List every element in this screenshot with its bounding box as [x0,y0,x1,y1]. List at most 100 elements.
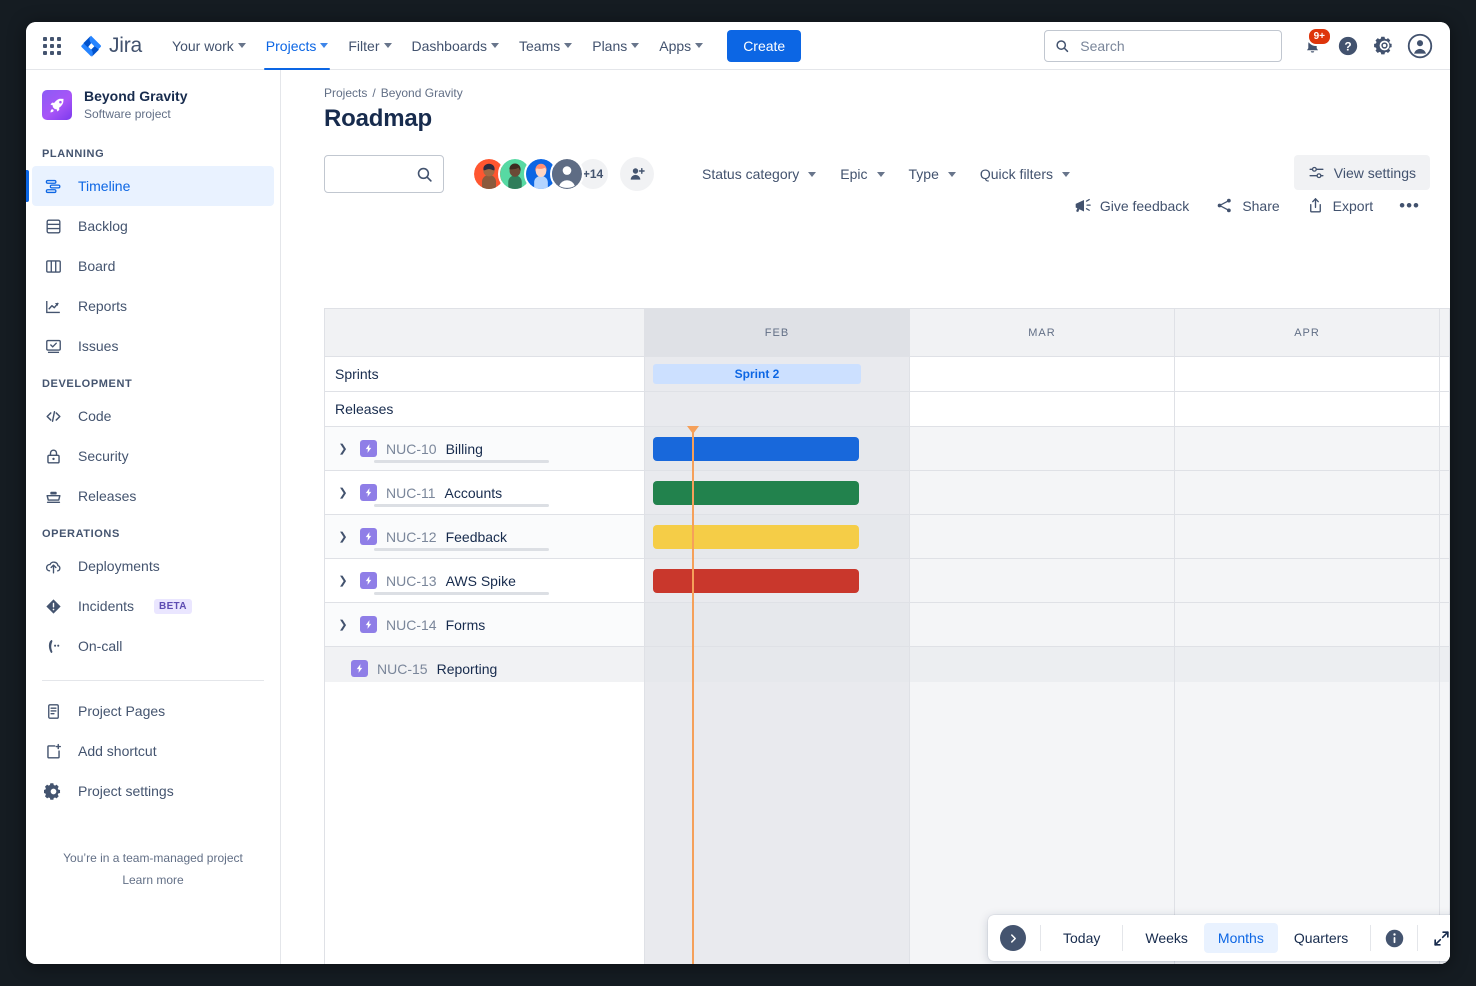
zoom-quarters-button[interactable]: Quarters [1280,923,1362,953]
grid-cell [645,603,910,646]
share-icon [1215,196,1234,215]
sidebar-item-project-settings[interactable]: Project settings [32,771,274,811]
timeline-search[interactable] [324,155,444,193]
nav-item-plans[interactable]: Plans [582,22,649,70]
epic-cell[interactable]: ❯ NUC-14 Forms [325,603,645,646]
sidebar-item-board[interactable]: Board [32,246,274,286]
browser-window: Jira Your work Projects Filter Dashboard… [26,22,1450,964]
nav-item-dashboards[interactable]: Dashboards [402,22,510,70]
view-settings-icon [1308,164,1325,181]
app-switcher-icon[interactable] [38,32,66,60]
sidebar-project-header[interactable]: Beyond Gravity Software project [26,70,280,136]
top-navigation-bar: Jira Your work Projects Filter Dashboard… [26,22,1450,70]
releases-row-label: Releases [325,392,645,426]
table-row[interactable]: ❯ NUC-14 Forms [325,603,1450,647]
jira-logo[interactable]: Jira [79,34,142,58]
chevron-right-icon[interactable]: ❯ [335,618,351,631]
chevron-right-icon[interactable]: ❯ [335,486,351,499]
nav-item-teams[interactable]: Teams [509,22,582,70]
epic-cell[interactable]: ❯ NUC-10 Billing [325,427,645,470]
issues-icon [42,335,64,357]
incidents-icon [42,595,64,617]
chevron-down-icon [631,43,639,48]
sidebar-item-backlog[interactable]: Backlog [32,206,274,246]
sidebar-item-code[interactable]: Code [32,396,274,436]
sidebar-item-label: Deployments [78,558,160,574]
epic-timeline-bar[interactable] [653,481,859,505]
breadcrumb-beyond-gravity[interactable]: Beyond Gravity [381,86,463,100]
breadcrumb-projects[interactable]: Projects [324,86,367,100]
epic-progress-bar [374,504,549,507]
table-row[interactable]: ❯ NUC-13 AWS Spike [325,559,1450,603]
epic-timeline-bar[interactable] [653,437,859,461]
epic-timeline-bar[interactable] [653,569,859,593]
nav-label: Dashboards [412,38,488,54]
nav-label: Teams [519,38,560,54]
sidebar-item-security[interactable]: Security [32,436,274,476]
fullscreen-button[interactable] [1426,923,1450,953]
zoom-today-button[interactable]: Today [1049,923,1114,953]
search-input[interactable] [1078,37,1271,55]
share-button[interactable]: Share [1205,190,1289,221]
filter-type[interactable]: Type [897,159,968,189]
sidebar-item-on-call[interactable]: On-call [32,626,274,666]
sprint-bar[interactable]: Sprint 2 [653,364,861,384]
chevron-right-icon[interactable]: ❯ [335,530,351,543]
notifications-button[interactable]: 9+ [1296,30,1328,62]
zoom-weeks-button[interactable]: Weeks [1131,923,1202,953]
sidebar-item-reports[interactable]: Reports [32,286,274,326]
filter-quick-filters[interactable]: Quick filters [968,159,1082,189]
sidebar-item-issues[interactable]: Issues [32,326,274,366]
filter-epic[interactable]: Epic [828,159,896,189]
divider [1040,925,1041,951]
help-button[interactable]: ? [1332,30,1364,62]
epic-key: NUC-12 [386,529,437,545]
month-column-feb: FEB [645,309,910,356]
nav-item-your-work[interactable]: Your work [162,22,256,70]
add-people-button[interactable] [620,157,654,191]
learn-more-link[interactable]: Learn more [122,873,183,887]
grid-cell [1175,603,1440,646]
chevron-right-icon[interactable]: ❯ [335,574,351,587]
divider [1417,925,1418,951]
epic-cell[interactable]: ❯ NUC-12 Feedback [325,515,645,558]
table-row[interactable]: ❯ NUC-10 Billing [325,427,1450,471]
expand-sidebar-button[interactable] [1000,925,1026,951]
grid-cell [910,603,1175,646]
grid-cell [1440,559,1450,602]
sprints-row-track: Sprint 2 [645,357,1450,391]
export-button[interactable]: Export [1296,190,1383,221]
sidebar-item-incidents[interactable]: Incidents BETA [32,586,274,626]
create-button[interactable]: Create [727,30,801,62]
pages-icon [42,700,64,722]
sidebar-item-releases[interactable]: Releases [32,476,274,516]
settings-button[interactable] [1368,30,1400,62]
epic-cell[interactable]: ❯ NUC-13 AWS Spike [325,559,645,602]
epic-cell[interactable]: ❯ NUC-11 Accounts [325,471,645,514]
more-actions-button[interactable]: ••• [1389,194,1430,218]
epic-timeline-bar[interactable] [653,525,859,549]
table-row[interactable]: ❯ NUC-12 Feedback [325,515,1450,559]
nav-item-projects[interactable]: Projects [256,22,339,70]
filter-status-category[interactable]: Status category [690,159,828,189]
zoom-months-button[interactable]: Months [1204,923,1278,953]
give-feedback-button[interactable]: Give feedback [1063,190,1200,221]
sidebar-item-label: On-call [78,638,122,654]
info-button[interactable] [1379,923,1409,953]
add-person-icon [628,165,646,183]
profile-button[interactable] [1404,30,1436,62]
sidebar-item-deployments[interactable]: Deployments [32,546,274,586]
avatar[interactable] [550,157,584,191]
chevron-right-icon[interactable]: ❯ [335,442,351,455]
nav-item-apps[interactable]: Apps [649,22,713,70]
sidebar-item-project-pages[interactable]: Project Pages [32,691,274,731]
global-search[interactable] [1044,30,1282,62]
view-settings-button[interactable]: View settings [1294,155,1430,190]
nav-item-filter[interactable]: Filter [338,22,401,70]
sidebar-item-add-shortcut[interactable]: Add shortcut [32,731,274,771]
view-settings-label: View settings [1334,165,1416,181]
sidebar-item-timeline[interactable]: Timeline [32,166,274,206]
epic-summary: Accounts [445,485,503,501]
table-row[interactable]: ❯ NUC-11 Accounts [325,471,1450,515]
beta-badge: BETA [154,599,192,614]
